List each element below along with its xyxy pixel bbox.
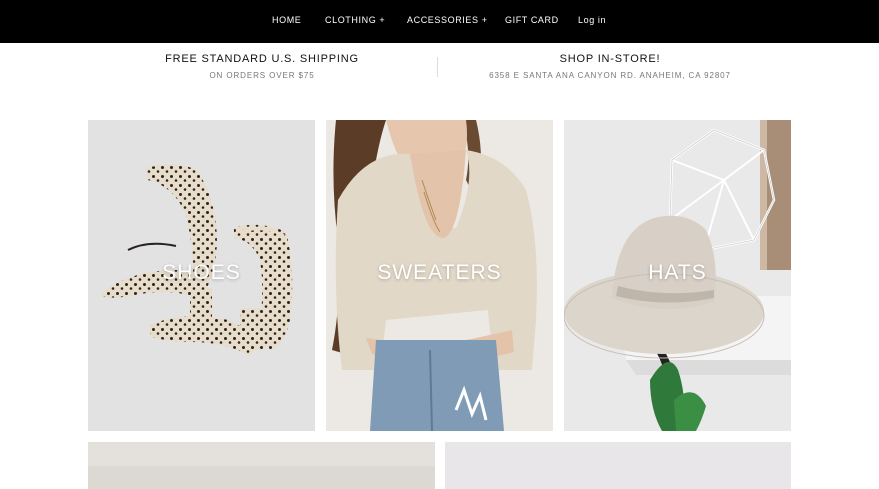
category-tile-row2-right[interactable] bbox=[445, 442, 791, 489]
category-label-shoes: SHOES bbox=[162, 261, 241, 284]
store-title: SHOP IN-STORE! bbox=[559, 53, 661, 65]
row2-left-image bbox=[88, 442, 435, 489]
nav-home-link[interactable]: HOME bbox=[272, 15, 301, 25]
shipping-subtitle: ON ORDERS OVER $75 bbox=[209, 71, 315, 80]
store-address: 6358 E SANTA ANA CANYON RD. ANAHEIM, CA … bbox=[489, 71, 731, 80]
nav-clothing-menu[interactable]: CLOTHING + bbox=[325, 15, 385, 25]
category-tile-shoes[interactable]: SHOES bbox=[88, 120, 315, 431]
nav-gift-card-link[interactable]: GIFT CARD bbox=[505, 15, 559, 25]
shipping-info: FREE STANDARD U.S. SHIPPING ON ORDERS OV… bbox=[142, 53, 382, 80]
shipping-title: FREE STANDARD U.S. SHIPPING bbox=[165, 53, 359, 65]
nav-accessories-menu[interactable]: ACCESSORIES + bbox=[407, 15, 488, 25]
category-tile-sweaters[interactable]: SWEATERS bbox=[326, 120, 553, 431]
row2-right-image bbox=[445, 442, 791, 489]
store-info: SHOP IN-STORE! 6358 E SANTA ANA CANYON R… bbox=[470, 53, 750, 80]
info-divider bbox=[437, 57, 438, 77]
category-label-hats: HATS bbox=[648, 261, 707, 284]
nav-login-link[interactable]: Log in bbox=[578, 15, 606, 25]
top-navigation-bar: HOME CLOTHING + ACCESSORIES + GIFT CARD … bbox=[0, 0, 879, 43]
category-tile-row2-left[interactable] bbox=[88, 442, 435, 489]
category-label-sweaters: SWEATERS bbox=[377, 261, 502, 284]
category-tile-hats[interactable]: HATS bbox=[564, 120, 791, 431]
